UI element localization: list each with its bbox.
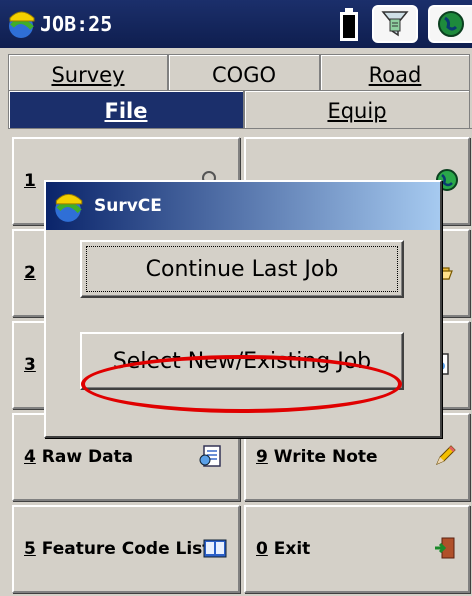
highlight-ellipse	[81, 355, 402, 413]
exit-door-icon	[435, 537, 455, 559]
tab-equip[interactable]: Equip	[244, 90, 470, 130]
globe-icon	[438, 11, 464, 37]
tab-survey[interactable]: Survey	[8, 54, 168, 94]
tab-file[interactable]: File	[8, 90, 244, 130]
top-tab-row: Survey COGO Road	[8, 54, 470, 94]
globe-button[interactable]	[428, 5, 472, 43]
menu-button-exit[interactable]: 0 Exit	[244, 505, 470, 593]
bottom-tab-row: File Equip	[8, 90, 470, 130]
filter-button[interactable]	[372, 5, 418, 43]
window-title: JOB:25	[40, 12, 113, 36]
app-logo-icon	[9, 11, 35, 38]
filter-icon	[381, 11, 409, 37]
book-icon	[203, 539, 227, 558]
pencil-icon	[436, 445, 456, 465]
menu-button-feature-code-list[interactable]: 5 Feature Code List	[12, 505, 240, 593]
tab-cogo[interactable]: COGO	[168, 54, 320, 94]
app-logo-icon	[55, 193, 83, 222]
tab-road[interactable]: Road	[320, 54, 470, 94]
dialog-title: SurvCE	[94, 196, 162, 216]
dialog-title-bar: SurvCE	[46, 182, 440, 230]
raw-data-icon	[199, 445, 221, 467]
title-bar: JOB:25	[0, 0, 472, 48]
continue-last-job-button[interactable]: Continue Last Job	[80, 240, 404, 298]
battery-icon	[340, 8, 358, 41]
